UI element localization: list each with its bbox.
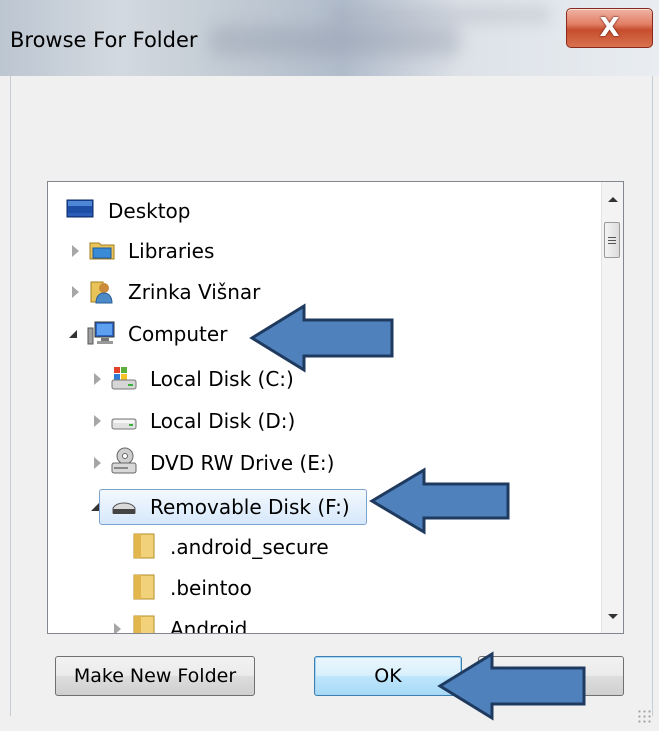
computer-icon xyxy=(86,320,115,346)
title-bar[interactable]: Browse For Folder X xyxy=(0,0,659,76)
user-folder-icon xyxy=(88,279,114,305)
vertical-scrollbar[interactable] xyxy=(601,182,623,633)
close-icon: X xyxy=(599,13,620,43)
resize-grip-icon[interactable] xyxy=(637,709,651,723)
folder-tree[interactable]: Desktop Libraries Zrinka Višnar Computer… xyxy=(47,181,624,634)
dvd-drive-icon xyxy=(110,447,137,474)
tree-item-label: Zrinka Višnar xyxy=(128,280,261,304)
window-title: Browse For Folder xyxy=(10,28,198,52)
libraries-icon xyxy=(88,238,115,264)
tree-item-removable-disk[interactable]: Removable Disk (F:) xyxy=(48,488,608,526)
scroll-thumb[interactable] xyxy=(604,222,620,258)
scroll-up-arrow-icon[interactable] xyxy=(602,188,623,210)
ok-button[interactable]: OK xyxy=(314,656,462,696)
folder-icon xyxy=(132,614,158,633)
titlebar-glass-blur xyxy=(330,6,550,24)
expand-arrow-icon[interactable] xyxy=(68,244,82,258)
collapse-arrow-icon[interactable] xyxy=(66,327,80,341)
tree-item-local-disk-d[interactable]: Local Disk (D:) xyxy=(48,402,608,440)
tree-item-label: .android_secure xyxy=(170,535,329,559)
titlebar-glass-blur xyxy=(210,26,460,56)
tree-item-label: Removable Disk (F:) xyxy=(150,495,350,519)
hard-drive-icon xyxy=(110,407,137,433)
collapse-arrow-icon[interactable] xyxy=(88,500,102,514)
tree-item-label: DVD RW Drive (E:) xyxy=(150,451,335,475)
removable-disk-icon xyxy=(110,494,136,520)
tree-item-label: Desktop xyxy=(108,199,191,223)
tree-item-folder-android[interactable]: Android xyxy=(48,610,608,634)
scroll-down-arrow-icon[interactable] xyxy=(602,605,623,627)
tree-item-label: Android xyxy=(170,617,248,634)
tree-item-label: Libraries xyxy=(128,239,215,263)
cancel-button-hidden[interactable] xyxy=(478,656,624,696)
close-button[interactable]: X xyxy=(566,8,653,48)
folder-icon xyxy=(132,573,158,600)
tree-item-libraries[interactable]: Libraries xyxy=(48,232,608,270)
expand-arrow-icon[interactable] xyxy=(68,285,82,299)
tree-item-local-disk-c[interactable]: Local Disk (C:) xyxy=(48,360,608,398)
tree-item-label: .beintoo xyxy=(170,576,252,600)
tree-item-desktop[interactable]: Desktop xyxy=(48,192,608,230)
tree-item-folder[interactable]: .android_secure xyxy=(48,528,608,566)
make-new-folder-button[interactable]: Make New Folder xyxy=(55,656,255,696)
browse-for-folder-dialog: Browse For Folder X Desktop Libraries Zr… xyxy=(0,0,659,731)
expand-arrow-icon[interactable] xyxy=(90,372,104,386)
desktop-icon xyxy=(66,198,94,224)
tree-item-dvd-drive[interactable]: DVD RW Drive (E:) xyxy=(48,444,608,482)
tree-item-folder[interactable]: .beintoo xyxy=(48,569,608,607)
expand-arrow-icon[interactable] xyxy=(90,414,104,428)
tree-item-label: Local Disk (D:) xyxy=(150,409,296,433)
tree-item-label: Local Disk (C:) xyxy=(150,367,294,391)
folder-icon xyxy=(132,532,158,559)
expand-arrow-icon[interactable] xyxy=(90,456,104,470)
tree-item-user[interactable]: Zrinka Višnar xyxy=(48,273,608,311)
tree-item-label: Computer xyxy=(128,322,228,346)
expand-arrow-icon[interactable] xyxy=(110,622,124,633)
tree-item-computer[interactable]: Computer xyxy=(48,315,608,353)
windows-drive-icon xyxy=(110,365,137,391)
